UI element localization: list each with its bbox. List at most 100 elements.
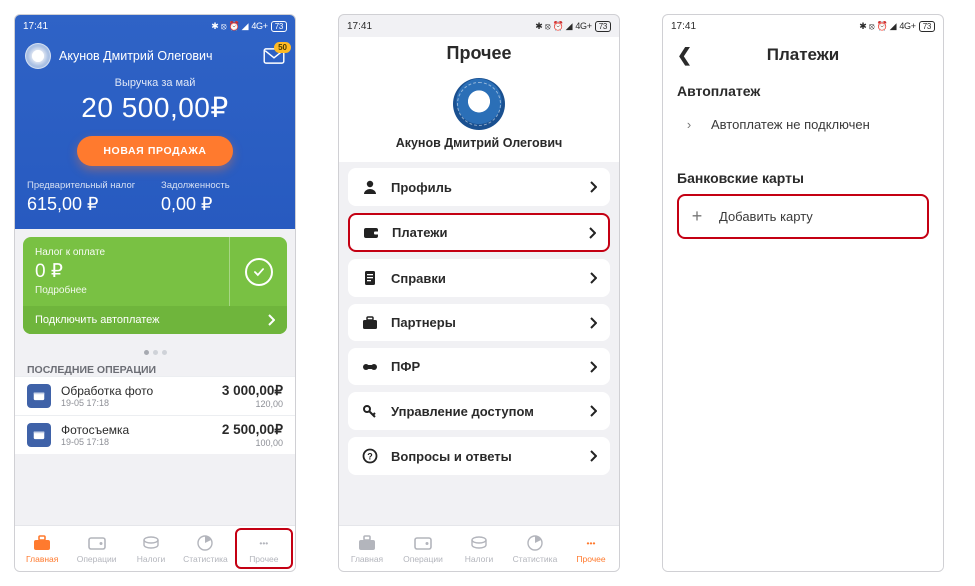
menu-label: Профиль — [391, 180, 577, 195]
menu-item-faq[interactable]: ? Вопросы и ответы — [348, 437, 610, 475]
menu-label: Справки — [391, 271, 577, 286]
tax-card[interactable]: Налог к оплате 0 ₽ Подробнее Подключить … — [23, 237, 287, 334]
page-title: Платежи — [767, 45, 840, 65]
document-icon — [361, 270, 379, 286]
tab-ops[interactable]: Операции — [395, 526, 451, 571]
tab-stat[interactable]: Статистика — [507, 526, 563, 571]
menu-label: ПФР — [391, 359, 577, 374]
status-time: 17:41 — [671, 21, 696, 32]
debt-value: 0,00 ₽ — [161, 194, 283, 215]
battery-icon: 73 — [595, 21, 611, 32]
pfr-icon — [361, 360, 379, 374]
plus-icon: + — [689, 206, 705, 227]
chevron-right-icon — [589, 181, 597, 193]
tab-home[interactable]: Главная — [339, 526, 395, 571]
screen-home: 17:41 ✱ ⦻ ⏰ ◢ 4G+ 73 Акунов Дмитрий Олег… — [14, 14, 296, 572]
tab-label: Прочее — [249, 554, 278, 564]
tab-label: Статистика — [513, 554, 558, 564]
op-name: Обработка фото — [61, 384, 212, 398]
back-button[interactable]: ❮ — [677, 45, 692, 66]
op-amount: 3 000,00₽ — [222, 383, 283, 399]
chevron-right-icon — [589, 317, 597, 329]
pager-dots — [15, 334, 295, 364]
status-icons: ✱ ⦻ ⏰ ◢ 4G+ 73 — [535, 21, 611, 32]
tab-tax[interactable]: Налоги — [124, 526, 178, 571]
add-card-row[interactable]: + Добавить карту — [677, 194, 929, 239]
op-sub: 100,00 — [222, 438, 283, 448]
page-header: ❮ Платежи — [677, 37, 929, 73]
autopay-connect-row[interactable]: Подключить автоплатеж — [23, 306, 287, 334]
menu-item-access[interactable]: Управление доступом — [348, 392, 610, 430]
screen-more: 17:41 ✱ ⦻ ⏰ ◢ 4G+ 73 Прочее Акунов Дмитр… — [338, 14, 620, 572]
svg-text:?: ? — [367, 452, 373, 462]
menu-item-profile[interactable]: Профиль — [348, 168, 610, 206]
wallet-icon — [27, 384, 51, 408]
person-icon — [361, 179, 379, 195]
tab-more[interactable]: ••• Прочее — [235, 528, 293, 569]
add-card-label: Добавить карту — [719, 209, 813, 224]
coins-icon — [470, 534, 488, 552]
op-date: 19-05 17:18 — [61, 437, 212, 447]
autopay-status-row[interactable]: › Автоплатеж не подключен — [677, 107, 929, 142]
chevron-right-icon — [589, 405, 597, 417]
pre-tax-value: 615,00 ₽ — [27, 194, 149, 215]
op-sub: 120,00 — [222, 399, 283, 409]
chevron-right-icon: › — [681, 117, 697, 132]
chevron-right-icon — [589, 361, 597, 373]
section-autopay-title: Автоплатеж — [677, 83, 929, 99]
pie-icon — [526, 534, 544, 552]
menu-label: Вопросы и ответы — [391, 449, 577, 464]
tax-card-more: Подробнее — [35, 285, 217, 296]
tab-stat[interactable]: Статистика — [178, 526, 232, 571]
autopay-label: Подключить автоплатеж — [35, 314, 160, 326]
tab-more[interactable]: ••• Прочее — [563, 526, 619, 571]
pre-tax-label: Предварительный налог — [27, 180, 149, 191]
wallet-icon — [362, 226, 380, 240]
chevron-right-icon — [589, 450, 597, 462]
battery-icon: 73 — [919, 21, 935, 32]
menu-label: Платежи — [392, 225, 576, 240]
menu-label: Партнеры — [391, 315, 577, 330]
user-block: Акунов Дмитрий Олегович — [339, 74, 619, 162]
new-sale-button[interactable]: НОВАЯ ПРОДАЖА — [77, 136, 232, 166]
op-date: 19-05 17:18 — [61, 398, 212, 408]
briefcase-icon — [358, 534, 376, 552]
user-name: Акунов Дмитрий Олегович — [339, 136, 619, 150]
tax-card-amount: 0 ₽ — [35, 260, 217, 283]
menu-item-refs[interactable]: Справки — [348, 259, 610, 297]
key-icon — [361, 403, 379, 419]
autopay-status-label: Автоплатеж не подключен — [711, 117, 870, 132]
section-cards-title: Банковские карты — [677, 170, 929, 186]
op-name: Фотосъемка — [61, 423, 212, 437]
avatar[interactable] — [25, 43, 51, 69]
tab-home[interactable]: Главная — [15, 526, 69, 571]
tab-label: Операции — [77, 554, 117, 564]
op-row[interactable]: Обработка фото 19-05 17:18 3 000,00₽ 120… — [15, 376, 295, 415]
more-icon: ••• — [255, 534, 273, 552]
tab-label: Главная — [26, 554, 58, 564]
status-time: 17:41 — [23, 21, 48, 32]
mail-button[interactable]: 50 — [263, 48, 285, 64]
tab-label: Налоги — [137, 554, 166, 564]
tabbar: Главная Операции Налоги Статистика ••• П… — [15, 525, 295, 571]
chevron-right-icon — [588, 227, 596, 239]
help-icon: ? — [361, 448, 379, 464]
menu-list: Профиль Платежи Справки Партнеры ПФР — [339, 162, 619, 481]
tab-tax[interactable]: Налоги — [451, 526, 507, 571]
home-header: Акунов Дмитрий Олегович 50 — [15, 37, 295, 69]
chevron-right-icon — [267, 314, 275, 326]
op-row[interactable]: Фотосъемка 19-05 17:18 2 500,00₽ 100,00 — [15, 415, 295, 454]
tabbar: Главная Операции Налоги Статистика ••• П… — [339, 525, 619, 571]
menu-item-payments[interactable]: Платежи — [348, 213, 610, 252]
tab-label: Операции — [403, 554, 443, 564]
tab-ops[interactable]: Операции — [69, 526, 123, 571]
menu-item-pfr[interactable]: ПФР — [348, 348, 610, 385]
menu-item-partners[interactable]: Партнеры — [348, 304, 610, 341]
recent-ops-title: ПОСЛЕДНИЕ ОПЕРАЦИИ — [15, 364, 295, 376]
tab-label: Налоги — [465, 554, 494, 564]
status-icons: ✱ ⦻ ⏰ ◢ 4G+ 73 — [859, 21, 935, 32]
more-icon: ••• — [582, 534, 600, 552]
menu-label: Управление доступом — [391, 404, 577, 419]
coins-icon — [142, 534, 160, 552]
tab-label: Прочее — [576, 554, 605, 564]
